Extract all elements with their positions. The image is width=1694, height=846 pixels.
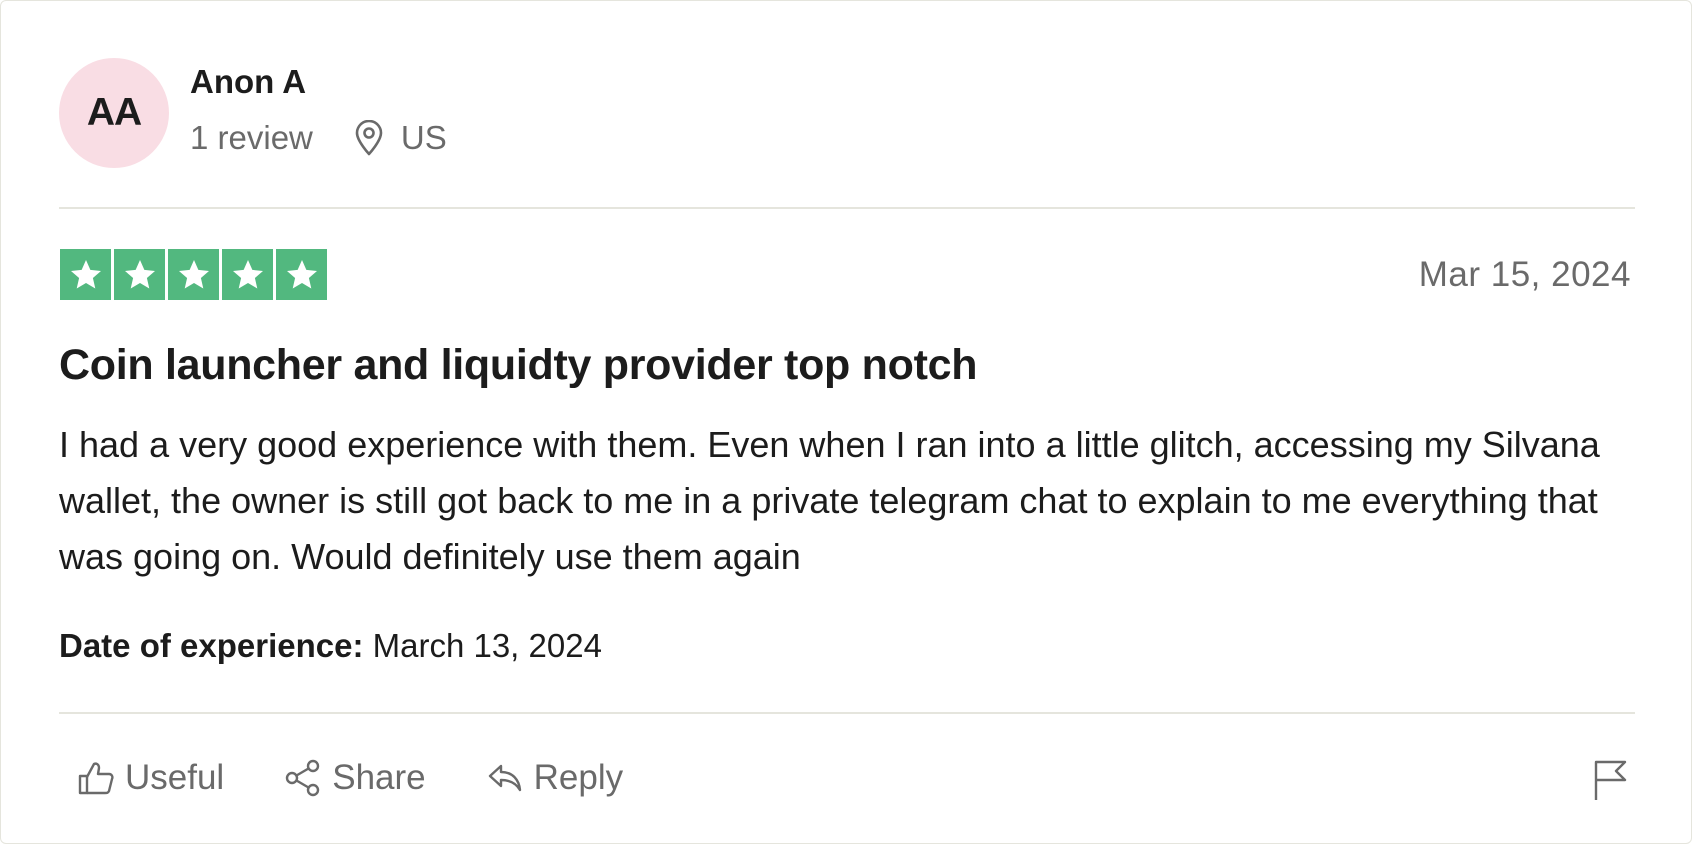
review-count: 1 review xyxy=(190,119,313,156)
star-icon xyxy=(168,249,219,300)
report-flag-icon[interactable] xyxy=(1591,758,1631,802)
location-pin-icon xyxy=(353,120,385,156)
star-icon xyxy=(60,249,111,300)
share-icon xyxy=(284,759,322,797)
consumer-name[interactable]: Anon A xyxy=(190,62,447,102)
review-body: I had a very good experience with them. … xyxy=(59,424,1600,577)
review-date: Mar 15, 2024 xyxy=(1418,255,1631,294)
star-icon xyxy=(222,249,273,300)
consumer-location: US xyxy=(353,118,447,158)
reply-label: Reply xyxy=(533,758,624,797)
star-icon xyxy=(114,249,165,300)
location-label: US xyxy=(400,119,447,156)
useful-label: Useful xyxy=(125,758,225,797)
review-card: AA Anon A 1 review US Mar 15, 2024 Coin … xyxy=(0,0,1692,844)
date-of-experience: Date of experience: March 13, 2024 xyxy=(59,627,602,665)
useful-button[interactable]: Useful xyxy=(77,758,224,798)
divider xyxy=(59,712,1635,714)
experience-label: Date of experience: xyxy=(59,627,364,664)
thumbs-up-icon xyxy=(77,759,115,797)
consumer-header: AA Anon A 1 review US xyxy=(59,58,447,168)
avatar-initials: AA xyxy=(86,91,142,134)
review-title[interactable]: Coin launcher and liquidty provider top … xyxy=(59,341,977,390)
reply-icon xyxy=(486,759,524,797)
avatar[interactable]: AA xyxy=(59,58,169,168)
share-button[interactable]: Share xyxy=(284,758,426,798)
review-actions: Useful Share Reply xyxy=(77,758,683,798)
reply-button[interactable]: Reply xyxy=(486,758,623,798)
divider xyxy=(59,207,1635,209)
share-label: Share xyxy=(332,758,426,797)
star-icon xyxy=(276,249,327,300)
consumer-info: Anon A 1 review US xyxy=(190,63,447,158)
star-rating xyxy=(60,249,327,300)
consumer-meta: 1 review US xyxy=(190,118,447,158)
experience-date: March 13, 2024 xyxy=(372,627,602,664)
